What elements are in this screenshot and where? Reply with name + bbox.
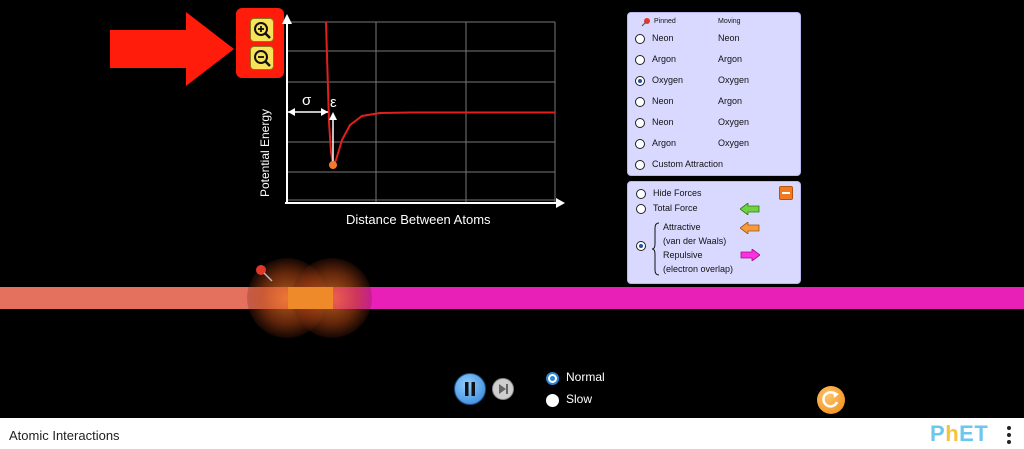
atom-option-row[interactable]: Oxygen Oxygen [628,74,798,88]
menu-kebab-icon[interactable] [1006,426,1012,444]
atom-radio[interactable] [635,97,645,107]
phet-logo[interactable]: PhET [930,421,988,447]
sigma-arrow-right [321,108,328,116]
y-axis-label: Potential Energy [258,108,272,198]
app-title: Atomic Interactions [9,428,120,443]
sigma-arrow-left [288,108,295,116]
moving-atom: Oxygen [718,117,750,127]
custom-attraction-label: Custom Attraction [652,159,724,169]
repulsive-sublabel: (electron overlap) [663,264,734,274]
reset-all-button[interactable] [817,386,845,414]
hide-forces-label: Hide Forces [653,188,702,198]
header-pinned: Pinned [654,18,676,25]
atom-radio[interactable] [635,55,645,65]
pin-icon [256,265,273,282]
brace-icon [652,222,660,276]
atom-radio-selected[interactable] [635,76,645,86]
total-force-radio[interactable] [636,204,646,214]
components-radio-selected[interactable] [636,241,646,251]
repulsive-label: Repulsive [663,250,703,260]
atom-option-row[interactable]: Neon Argon [628,95,798,109]
pinned-atom: Neon [652,117,674,127]
epsilon-label: ε [330,94,337,111]
forces-panel: Hide Forces Total Force Attractive (van … [627,181,801,284]
potential-curve [325,21,555,168]
moving-atom: Argon [718,96,743,106]
speed-slow-radio[interactable] [546,394,559,407]
atom-radio[interactable] [635,118,645,128]
pause-button[interactable] [454,373,486,405]
pinned-atom: Argon [652,138,677,148]
atom-radio[interactable] [635,160,645,170]
sigma-label: σ [302,92,312,109]
reset-icon [822,391,839,408]
atom-option-row[interactable]: Neon Neon [628,32,798,46]
pinned-atom: Oxygen [652,75,684,85]
speed-normal-radio[interactable] [546,372,559,385]
potential-energy-graph [282,14,565,208]
repulsive-arrow-icon [740,249,760,261]
attractive-arrow-icon [740,222,760,234]
pinned-atom: Neon [652,33,674,43]
atom-option-custom[interactable]: Custom Attraction [628,158,798,172]
atom-overlap-region [288,287,333,309]
atom-option-row[interactable]: Neon Oxygen [628,116,798,130]
moving-atom: Oxygen [718,138,750,148]
pin-icon [641,18,650,27]
simulation-area: σ ε Potential Energy Distance Between At… [0,0,1024,418]
moving-atom: Oxygen [718,75,750,85]
atom-option-row[interactable]: Argon Oxygen [628,137,798,151]
epsilon-arrow [329,112,337,120]
step-forward-icon [499,384,508,394]
header-moving: Moving [718,18,741,25]
navigation-bar: Atomic Interactions PhET [0,418,1024,449]
moving-atom: Argon [718,54,743,64]
speed-slow-label: Slow [566,392,593,406]
step-forward-button[interactable] [492,378,514,400]
highlight-arrow-icon [110,12,234,86]
atom-option-row[interactable]: Argon Argon [628,53,798,67]
speed-normal-label: Normal [566,370,605,384]
total-force-label: Total Force [653,203,698,213]
attractive-label: Attractive [663,222,701,232]
position-marker[interactable] [329,161,337,169]
y-axis-arrow [282,14,292,24]
total-force-arrow-icon [740,203,760,215]
attractive-sublabel: (van der Waals) [663,236,727,246]
collapse-button[interactable] [779,186,793,200]
atom-radio[interactable] [635,139,645,149]
x-axis-arrow [556,198,565,208]
attractive-force-bar [0,287,288,309]
repulsive-force-bar [333,287,1024,309]
pause-icon [465,382,475,396]
atom-radio[interactable] [635,34,645,44]
hide-forces-radio[interactable] [636,189,646,199]
pinned-atom: Argon [652,54,677,64]
pinned-atom: Neon [652,96,674,106]
x-axis-label: Distance Between Atoms [346,212,491,227]
moving-atom: Neon [718,33,740,43]
atom-selection-panel: Pinned Moving Neon Neon Argon Argon Oxyg… [627,12,801,176]
